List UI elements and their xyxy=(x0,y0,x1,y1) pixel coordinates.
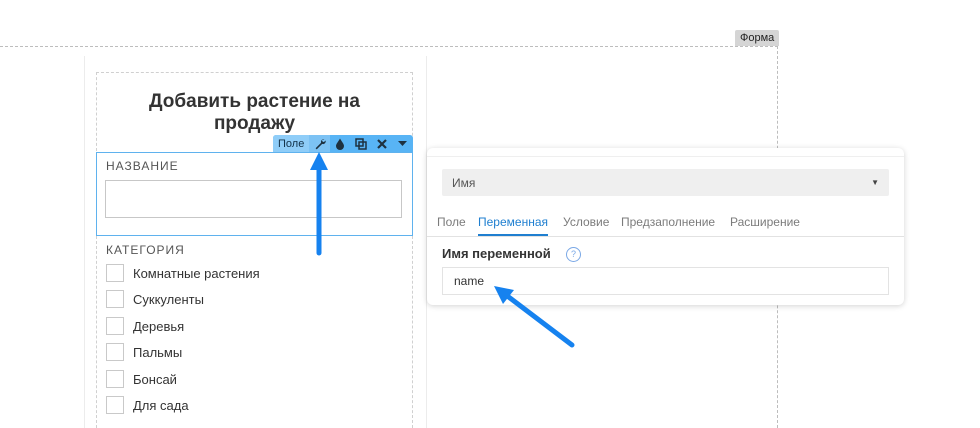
checkbox-row[interactable]: Пальмы xyxy=(106,342,182,362)
settings-tabs: Поле Переменная Условие Предзаполнение Р… xyxy=(427,210,904,237)
field-type-select[interactable]: Имя ▼ xyxy=(442,169,889,196)
checkbox-row[interactable]: Для сада xyxy=(106,395,189,415)
checkbox[interactable] xyxy=(106,290,124,308)
checkbox-label: Бонсай xyxy=(133,371,177,387)
form-tag[interactable]: Форма xyxy=(735,30,780,46)
chevron-down-icon: ▼ xyxy=(871,178,879,187)
checkbox[interactable] xyxy=(106,343,124,361)
canvas-guide-top xyxy=(0,46,778,47)
variable-name-label: Имя переменной xyxy=(442,246,551,261)
tab-condition[interactable]: Условие xyxy=(563,215,609,235)
select-value: Имя xyxy=(452,176,476,190)
name-field-label: НАЗВАНИЕ xyxy=(106,159,179,173)
category-label: КАТЕГОРИЯ xyxy=(106,243,185,257)
tab-extension[interactable]: Расширение xyxy=(730,215,800,235)
checkbox-label: Комнатные растения xyxy=(133,265,260,281)
category-field[interactable]: КАТЕГОРИЯ Комнатные растения Суккуленты … xyxy=(96,236,413,428)
copy-icon[interactable] xyxy=(351,135,372,153)
checkbox-label: Суккуленты xyxy=(133,291,204,307)
tab-field[interactable]: Поле xyxy=(437,215,466,235)
close-icon[interactable] xyxy=(372,135,393,153)
checkbox-row[interactable]: Комнатные растения xyxy=(106,263,260,283)
wrench-icon[interactable] xyxy=(309,135,331,153)
panel-divider xyxy=(427,156,904,157)
toolbar-field-label[interactable]: Поле xyxy=(273,135,310,153)
tab-variable[interactable]: Переменная xyxy=(478,215,548,236)
checkbox-row[interactable]: Суккуленты xyxy=(106,289,204,309)
caret-down-icon[interactable] xyxy=(392,135,413,153)
checkbox-label: Деревья xyxy=(133,318,185,334)
checkbox[interactable] xyxy=(106,396,124,414)
variable-name-value: name xyxy=(454,274,485,288)
checkbox-label: Для сада xyxy=(133,397,189,413)
field-toolbar: Поле xyxy=(273,135,413,153)
field-settings-panel: Имя ▼ Поле Переменная Условие Предзаполн… xyxy=(427,148,904,305)
name-field[interactable]: НАЗВАНИЕ xyxy=(96,152,413,236)
checkbox-label: Пальмы xyxy=(133,344,183,360)
variable-name-input[interactable]: name xyxy=(442,267,889,295)
checkbox-row[interactable]: Деревья xyxy=(106,316,184,336)
checkbox[interactable] xyxy=(106,264,124,282)
checkbox-row[interactable]: Бонсай xyxy=(106,369,177,389)
tab-prefill[interactable]: Предзаполнение xyxy=(621,215,715,235)
drop-icon[interactable] xyxy=(330,135,351,153)
name-input[interactable] xyxy=(105,180,402,218)
checkbox[interactable] xyxy=(106,317,124,335)
form-title: Добавить растение на продажу xyxy=(149,91,360,134)
checkbox[interactable] xyxy=(106,370,124,388)
help-icon[interactable]: ? xyxy=(566,247,581,262)
